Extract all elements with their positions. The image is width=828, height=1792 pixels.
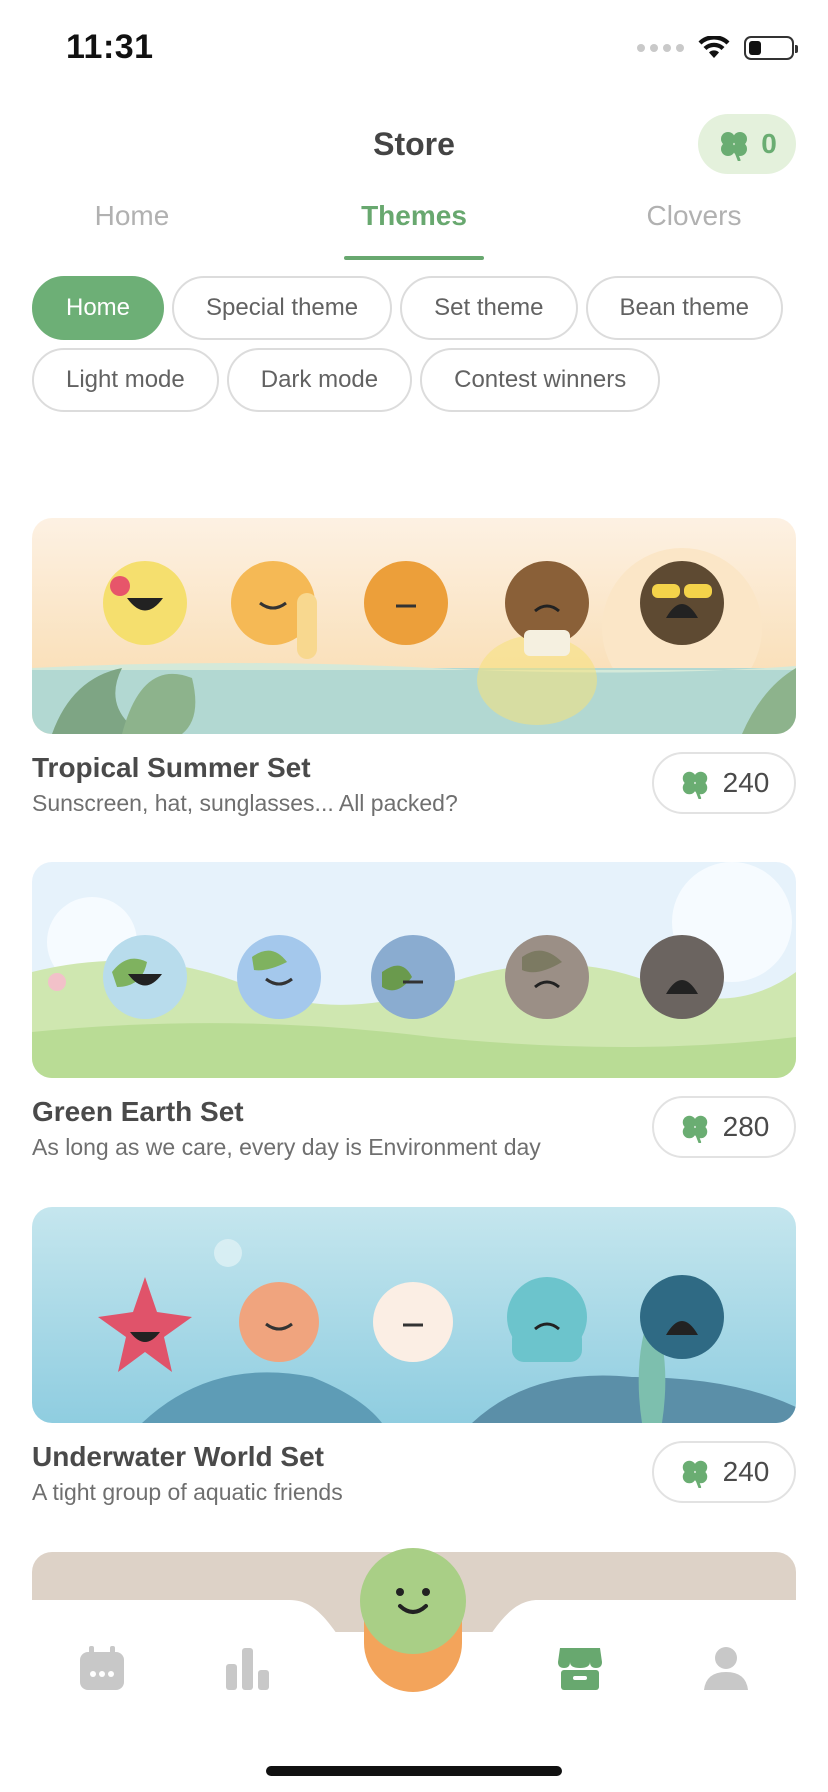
tab-home[interactable]: Home	[42, 200, 222, 232]
theme-price-button[interactable]: 240	[652, 1441, 796, 1503]
theme-title: Underwater World Set	[32, 1441, 324, 1472]
status-icons	[637, 36, 798, 60]
clover-icon	[721, 132, 748, 161]
clover-icon	[682, 771, 707, 799]
theme-title: Green Earth Set	[32, 1096, 244, 1127]
nav-store[interactable]	[552, 1640, 608, 1696]
chip-contest-winners[interactable]: Contest winners	[420, 348, 661, 412]
chip-set-theme[interactable]: Set theme	[400, 276, 578, 340]
nav-calendar[interactable]	[74, 1640, 130, 1696]
calendar-icon	[80, 1646, 124, 1690]
theme-description: A tight group of aquatic friends	[32, 1479, 343, 1505]
profile-icon	[704, 1647, 748, 1690]
theme-price: 240	[722, 1456, 770, 1487]
chip-light-mode[interactable]: Light mode	[32, 348, 219, 412]
clover-count: 0	[761, 128, 777, 159]
theme-price-button[interactable]: 240	[652, 752, 796, 814]
chip-special-theme[interactable]: Special theme	[172, 276, 393, 340]
theme-banner-underwater	[32, 1207, 796, 1423]
nav-profile[interactable]	[698, 1640, 754, 1696]
tab-clovers[interactable]: Clovers	[604, 200, 784, 232]
chip-home[interactable]: Home	[32, 276, 165, 340]
status-bar: 11:31	[0, 0, 828, 100]
theme-banner-earth	[32, 862, 796, 1078]
wifi-icon	[698, 36, 730, 58]
chip-bean-theme[interactable]: Bean theme	[585, 276, 783, 340]
clover-icon	[682, 1460, 707, 1488]
theme-card-underwater[interactable]: Underwater World Set A tight group of aq…	[32, 1207, 796, 1505]
active-tab-indicator	[344, 256, 484, 260]
theme-card-earth[interactable]: Green Earth Set As long as we care, ever…	[32, 862, 796, 1160]
bottom-navigation	[0, 1548, 828, 1792]
store-icon	[558, 1648, 602, 1690]
theme-title: Tropical Summer Set	[32, 752, 311, 783]
theme-description: Sunscreen, hat, sunglasses... All packed…	[32, 790, 458, 816]
stats-icon	[226, 1648, 269, 1690]
tab-themes[interactable]: Themes	[324, 200, 504, 232]
mood-bean-icon[interactable]	[360, 1548, 466, 1654]
nav-stats[interactable]	[220, 1640, 276, 1696]
theme-price-button[interactable]: 280	[652, 1096, 796, 1158]
signal-icon	[637, 44, 684, 52]
theme-banner-tropical	[32, 518, 796, 734]
theme-price: 280	[722, 1111, 770, 1142]
clover-icon	[682, 1115, 707, 1143]
theme-description: As long as we care, every day is Environ…	[32, 1134, 541, 1160]
theme-price: 240	[722, 767, 770, 798]
clover-balance-button[interactable]: 0	[698, 114, 796, 174]
smile-face-icon	[396, 1588, 430, 1614]
home-indicator	[266, 1766, 562, 1776]
filter-chips: Home Special theme Set theme Bean theme …	[32, 276, 802, 412]
chip-dark-mode[interactable]: Dark mode	[226, 348, 413, 412]
store-tabs: Home Themes Clovers	[0, 200, 828, 262]
status-time: 11:31	[66, 28, 154, 66]
battery-icon	[744, 36, 798, 60]
theme-card-tropical[interactable]: Tropical Summer Set Sunscreen, hat, sung…	[32, 518, 796, 816]
